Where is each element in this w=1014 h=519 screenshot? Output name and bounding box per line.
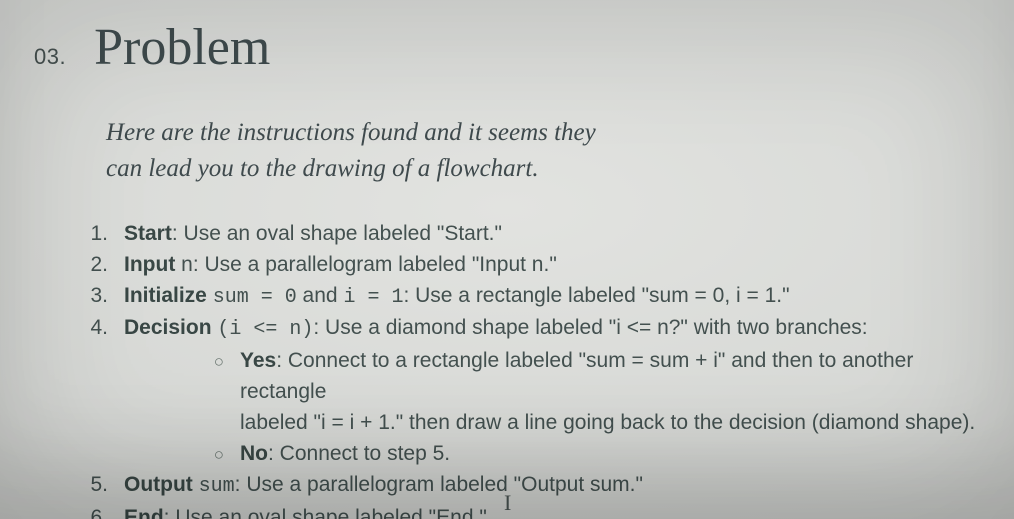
intro-text: Here are the instructions found and it s… [106, 115, 866, 188]
item-label: Input [124, 253, 175, 276]
item-label: Decision [124, 316, 212, 339]
heading-row: 03. Problem [34, 18, 980, 77]
item-number: 5. [78, 469, 124, 500]
code: i = 1 [343, 286, 403, 309]
code: sum [199, 475, 235, 498]
list-item: 5. Output sum: Use a parallelogram label… [78, 469, 980, 502]
item-number: 1. [78, 218, 124, 249]
sub-line-2: labeled "i = i + 1." then draw a line go… [240, 411, 975, 434]
intro-line-1: Here are the instructions found and it s… [106, 115, 866, 151]
item-label: Start [124, 222, 172, 245]
code: sum = 0 [213, 286, 297, 309]
bullet-icon: ○ [202, 442, 240, 467]
item-number: 4. [78, 312, 124, 343]
list-item: 3. Initialize sum = 0 and i = 1: Use a r… [78, 280, 980, 313]
list-item: 2. Input n: Use a parallelogram labeled … [78, 249, 980, 280]
problem-page: 03. Problem Here are the instructions fo… [0, 0, 1014, 519]
item-number: 6. [78, 502, 124, 519]
item-label: Output [124, 473, 193, 496]
sub-line-1: : Connect to step 5. [268, 442, 450, 465]
item-body: End: Use an oval shape labeled "End." [124, 502, 980, 519]
instruction-list: 1. Start: Use an oval shape labeled "Sta… [78, 218, 980, 519]
heading-title: Problem [94, 18, 270, 77]
sub-list: ○ Yes: Connect to a rectangle labeled "s… [202, 345, 980, 469]
sub-body: No: Connect to step 5. [240, 438, 980, 469]
item-rest: : Use a diamond shape labeled "i <= n?" … [313, 316, 867, 339]
sub-line-1: : Connect to a rectangle labeled "sum = … [240, 349, 913, 403]
item-rest: : Use an oval shape labeled "Start." [172, 222, 502, 245]
intro-line-2: can lead you to the drawing of a flowcha… [106, 151, 866, 187]
item-body: Initialize sum = 0 and i = 1: Use a rect… [124, 280, 980, 313]
list-item: 6. End: Use an oval shape labeled "End." [78, 502, 980, 519]
sub-label: No [240, 442, 268, 465]
heading-number: 03. [34, 44, 66, 70]
mid: and [297, 284, 344, 307]
sub-item: ○ No: Connect to step 5. [202, 438, 980, 469]
item-rest: : Use a parallelogram labeled "Output su… [235, 473, 643, 496]
sub-label: Yes [240, 349, 276, 372]
item-body: Output sum: Use a parallelogram labeled … [124, 469, 980, 502]
item-rest: n: Use a parallelogram labeled "Input n.… [175, 253, 556, 276]
item-body: Decision (i <= n): Use a diamond shape l… [124, 312, 980, 345]
item-rest: : Use an oval shape labeled "End." [164, 506, 487, 519]
item-rest: : Use a rectangle labeled "sum = 0, i = … [403, 284, 789, 307]
item-label: End [124, 506, 164, 519]
text-cursor-icon: I [504, 490, 511, 516]
sub-body: Yes: Connect to a rectangle labeled "sum… [240, 345, 980, 438]
item-number: 2. [78, 249, 124, 280]
item-number: 3. [78, 280, 124, 311]
sub-item: ○ Yes: Connect to a rectangle labeled "s… [202, 345, 980, 438]
item-label: Initialize [124, 284, 207, 307]
item-body: Input n: Use a parallelogram labeled "In… [124, 249, 980, 280]
bullet-icon: ○ [202, 349, 240, 374]
item-body: Start: Use an oval shape labeled "Start.… [124, 218, 980, 249]
list-item: 4. Decision (i <= n): Use a diamond shap… [78, 312, 980, 345]
list-item: 1. Start: Use an oval shape labeled "Sta… [78, 218, 980, 249]
code: (i <= n) [217, 318, 313, 341]
